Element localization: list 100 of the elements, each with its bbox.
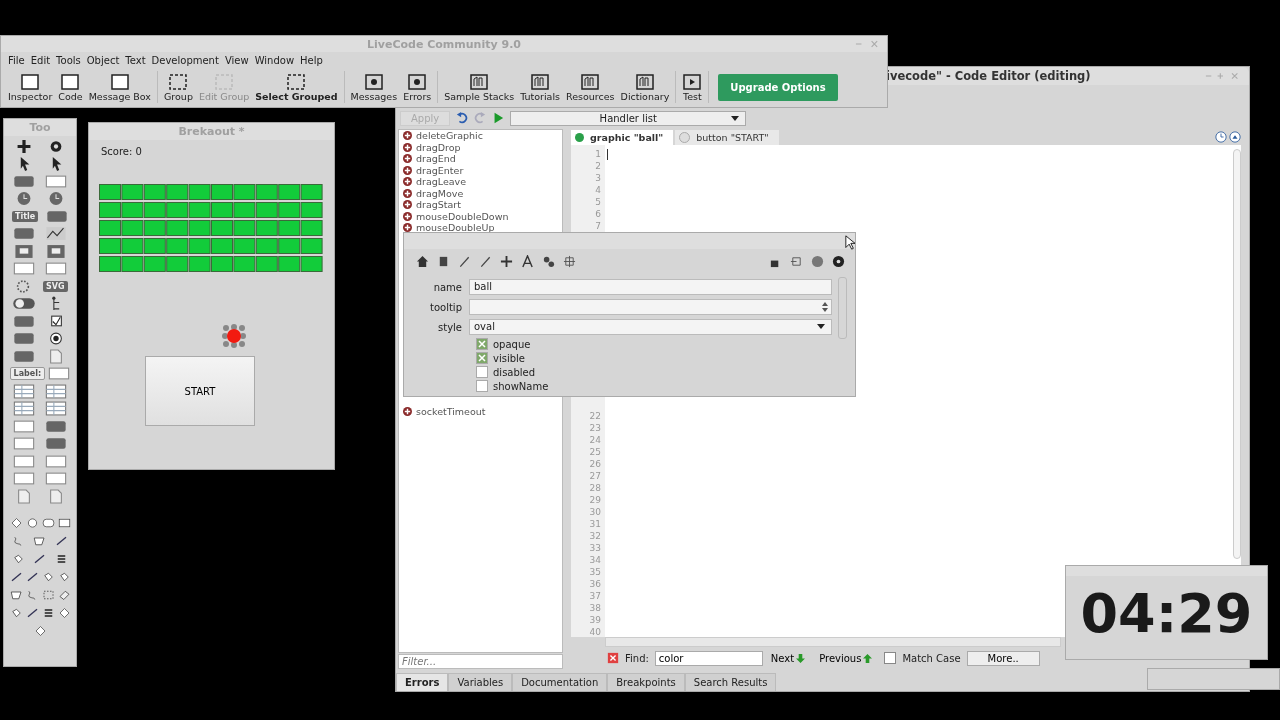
btn-tool-icon[interactable] [13,173,35,189]
field-tool-icon[interactable] [13,436,35,452]
scrollbar[interactable] [1233,149,1241,559]
more-button[interactable]: More.. [966,650,1040,666]
field-tool-icon[interactable] [48,366,71,382]
add-icon[interactable] [403,142,412,152]
inspector-tab-icon[interactable] [542,254,555,268]
inspector-tab-icon[interactable] [479,254,492,268]
inspector-tab-icon[interactable] [416,254,429,268]
menu-item[interactable]: Object [83,54,123,66]
add-icon[interactable] [403,188,412,198]
start-button[interactable]: START [145,356,255,426]
handler-item[interactable]: dragStart [416,199,461,211]
toggle-tool-icon[interactable] [13,296,35,312]
toolbar-button[interactable]: Code [55,72,86,102]
scrollbar[interactable] [605,637,1061,647]
table-tool-icon[interactable] [13,383,35,399]
round-tool-icon[interactable] [40,517,56,529]
scrollbar[interactable] [838,277,847,339]
eraser-tool-icon[interactable] [56,589,72,601]
add-icon[interactable] [403,165,412,175]
run-icon[interactable] [492,112,505,124]
poly-tool-icon[interactable] [8,589,24,601]
inspector-tab-icon[interactable] [521,254,534,268]
handler-item[interactable]: dragMove [416,187,464,199]
checkbox[interactable] [476,366,488,378]
add-icon[interactable] [403,154,412,164]
handler-item[interactable]: dragDrop [416,141,461,153]
btn-tool-icon[interactable] [13,348,35,364]
field-tool-icon[interactable] [13,453,35,469]
previous-button[interactable]: Previous [817,652,879,664]
add-icon[interactable] [403,211,412,221]
panel-tab[interactable]: Breakpoints [607,673,685,691]
handler-item[interactable]: dragEnd [416,153,456,165]
toolbar-button[interactable]: Errors [400,72,435,102]
inspector-tab-icon[interactable] [437,254,450,268]
add-icon[interactable] [403,406,412,416]
spinner-arrows-icon[interactable] [822,301,828,313]
inspector-action-icon[interactable] [832,254,845,268]
btn-tool-icon[interactable] [13,226,35,242]
toolbar-button[interactable]: Tutorials [517,72,564,102]
toolbar-button[interactable]: Test [679,72,706,102]
menu-item[interactable]: Edit [27,54,54,66]
collapse-icon[interactable] [1229,131,1241,143]
panel-tab[interactable]: Search Results [684,673,777,691]
panel-tab[interactable]: Variables [448,673,513,691]
menu-item[interactable]: Development [148,54,222,66]
field-tool-icon[interactable] [13,418,35,434]
menu-item[interactable]: Tools [53,54,84,66]
next-button[interactable]: Next [768,652,812,664]
inspector-tab-icon[interactable] [500,254,513,268]
chart-tool-icon[interactable] [45,226,67,242]
menu-item[interactable]: Window [251,54,298,66]
btn-tool-icon[interactable] [45,418,67,434]
btn-tool-icon[interactable] [46,208,69,224]
checkbox[interactable] [884,652,897,664]
inspector-tab-icon[interactable] [458,254,471,268]
field-tool-icon[interactable] [45,261,67,277]
field-tool-icon[interactable] [13,261,35,277]
btn-tool-icon[interactable] [13,331,35,347]
handler-item[interactable]: mouseDoubleDown [416,210,509,222]
handler-item[interactable]: socketTimeout [416,405,486,417]
ball-drawing[interactable] [222,324,246,348]
close-icon[interactable] [607,652,619,664]
script-tab[interactable]: graphic "ball" [571,129,674,145]
panel-tab[interactable]: Errors [396,673,449,691]
handler-item[interactable]: deleteGraphic [416,130,483,142]
field-tool-icon[interactable] [13,471,35,487]
poly-tool-icon[interactable] [32,535,48,547]
inspector-tab-icon[interactable] [563,254,576,268]
handler-item[interactable]: dragEnter [416,164,464,176]
style-dropdown[interactable]: oval [469,319,832,335]
toolbar-button[interactable]: Dictionary [617,72,673,102]
filter-field[interactable]: Filter... [398,654,563,669]
add-icon[interactable] [403,177,412,187]
clock-icon[interactable] [1215,131,1227,143]
toolbar-button[interactable]: Sample Stacks [441,72,518,102]
menu-item[interactable]: File [5,54,28,66]
checkbox[interactable] [476,338,488,350]
menu-item[interactable]: Text [122,54,149,66]
tooltip-field[interactable] [469,299,832,315]
tool-button[interactable]: SVG [43,280,68,292]
rect-tool-icon[interactable] [56,517,72,529]
handler-item[interactable]: dragLeave [416,176,467,188]
handler-item[interactable]: mouseDoubleUp [416,222,495,234]
table-tool-icon[interactable] [45,401,67,417]
menu-item[interactable]: View [221,54,252,66]
find-field[interactable]: color [654,650,763,666]
menu-item[interactable]: Help [297,54,326,66]
field-tool-icon[interactable] [45,471,67,487]
select-tool-icon[interactable] [40,589,56,601]
toolbar-button[interactable]: Select Grouped [252,72,341,102]
table-tool-icon[interactable] [45,383,67,399]
script-tab[interactable]: button "START" [675,129,779,145]
toolbar-button[interactable]: Resources [563,72,618,102]
checkbox[interactable] [476,352,488,364]
add-icon[interactable] [403,131,412,141]
tool-button[interactable]: Title [11,210,39,222]
toolbar-button[interactable]: Inspector [5,72,56,102]
handler-list-dropdown[interactable]: Handler list [510,110,747,126]
